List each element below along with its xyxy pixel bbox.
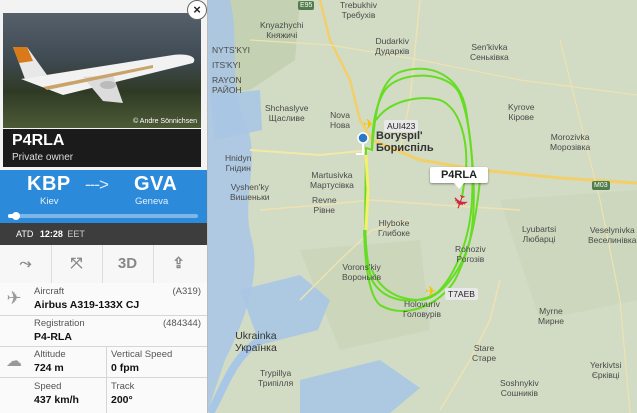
aircraft-label[interactable]: T7AEB: [445, 288, 478, 300]
track-value: 200°: [111, 394, 133, 406]
place-label: Nova Нова: [330, 110, 351, 130]
place-label: RAYON РАЙОН: [212, 75, 242, 95]
place-label: Revne Рівне: [312, 195, 337, 215]
cloud-icon: ☁: [6, 353, 22, 370]
place-label: Boryspil' Бориспіль: [376, 130, 434, 154]
aircraft-label: Aircraft: [34, 286, 65, 297]
atd-timezone: EET: [67, 229, 85, 239]
3d-view-button[interactable]: 3D: [102, 245, 154, 283]
altitude-row: ☁ Altitude 724 m Vertical Speed 0 fpm: [0, 347, 207, 378]
airplane-icon[interactable]: ✈: [425, 283, 437, 300]
place-label: Vyshen'ky Вишеньки: [230, 182, 270, 202]
aircraft-type-code: (A319): [172, 286, 201, 297]
place-label: Holovurív Головурів: [403, 299, 441, 319]
place-label: Trypillya Трипілля: [258, 368, 294, 388]
callsign: P4RLA: [12, 132, 65, 149]
place-label: Veselynivka Веселинівка: [588, 225, 637, 245]
route-tool-button[interactable]: ⤳: [0, 245, 52, 283]
speed-value: 437 km/h: [34, 394, 79, 406]
altitude-label: Altitude: [34, 349, 66, 360]
speed-label: Speed: [34, 381, 62, 392]
share-button[interactable]: ⇪: [153, 245, 204, 283]
place-label: Myrne Мирне: [538, 306, 564, 326]
destination-city: Geneva: [135, 196, 169, 207]
place-label: Martusivka Мартусівка: [310, 170, 354, 190]
registration-label: Registration: [34, 318, 85, 329]
destination-code[interactable]: GVA: [134, 173, 177, 196]
selected-aircraft-tooltip[interactable]: P4RLA: [430, 167, 488, 189]
place-label: Rohoziv Рогозів: [455, 244, 486, 264]
place-label: NYTS'KYI: [212, 45, 250, 55]
atd-label: ATD: [16, 229, 34, 239]
toolbar: ⤳ ⤧ 3D ⇪: [0, 245, 207, 284]
place-label: Stare Старе: [472, 343, 497, 363]
route-arrow-icon: --->: [85, 175, 109, 194]
route-banner: KBP Kiev ---> GVA Geneva: [0, 170, 207, 223]
origin-city: Kiev: [40, 196, 59, 207]
owner-label: Private owner: [12, 152, 74, 163]
place-label: ITS'KYI: [212, 60, 241, 70]
aircraft-photo-illustration: [13, 47, 195, 103]
photo-credit: © Andre Sönnichsen: [133, 118, 197, 125]
aircraft-value: Airbus A319-133X CJ: [34, 299, 140, 311]
track-label: Track: [111, 381, 135, 392]
place-label: Sen'kivka Сеньківка: [470, 42, 509, 62]
aircraft-row: ✈ Aircraft (A319) Airbus A319-133X CJ: [0, 283, 207, 316]
flight-progress-dot: [11, 212, 20, 220]
atd-time: 12:28: [39, 229, 63, 239]
place-label: Lyubartsi Любарці: [522, 224, 557, 244]
place-label: Shchaslyve Щасливе: [265, 103, 309, 123]
place-label: Dudarkiv Дударків: [375, 36, 410, 56]
aircraft-photo: © Andre Sönnichsen: [3, 13, 201, 128]
place-label: Morozivka Морозівка: [550, 132, 591, 152]
flight-info-panel: © Andre Sönnichsen P4RLA Private owner K…: [0, 0, 208, 413]
close-button[interactable]: ×: [187, 0, 207, 20]
place-label: Vorons'kiy Вороньків: [342, 262, 382, 282]
airplane-icon: ✈: [6, 288, 22, 308]
registration-value: P4-RLA: [34, 331, 72, 343]
place-label: Yerkivtsi Єрківці: [590, 360, 622, 380]
registration-code: (484344): [162, 318, 201, 329]
flight-progress-bar: [8, 212, 198, 220]
registration-row: Registration (484344) P4-RLA: [0, 316, 207, 347]
place-label: Ukrainka Українка: [235, 330, 277, 354]
place-label: Knyazhychi Княжичі: [260, 20, 304, 40]
origin-code[interactable]: KBP: [27, 173, 71, 196]
place-label: Hlyboke Глибоке: [378, 218, 410, 238]
fit-view-button[interactable]: ⤧: [51, 245, 103, 283]
place-label: Kyrove Кірове: [508, 102, 535, 122]
road-badge: E95: [298, 1, 315, 10]
altitude-value: 724 m: [34, 362, 64, 374]
callsign-header: P4RLA Private owner: [3, 129, 201, 167]
place-label: Soshnykiv Сошників: [500, 378, 539, 398]
vertical-speed-value: 0 fpm: [111, 362, 140, 374]
place-label: Trebukhiv Требухів: [340, 0, 378, 20]
place-label: Hnidyn Гнідин: [225, 153, 252, 173]
aircraft-label[interactable]: AUI423: [384, 120, 419, 132]
speed-row: Speed 437 km/h Track 200°: [0, 378, 207, 413]
road-badge: M03: [592, 181, 610, 190]
airplane-icon[interactable]: ✈: [363, 116, 375, 133]
vertical-speed-label: Vertical Speed: [111, 349, 173, 360]
departure-time-row: ATD 12:28 EET: [0, 223, 207, 245]
